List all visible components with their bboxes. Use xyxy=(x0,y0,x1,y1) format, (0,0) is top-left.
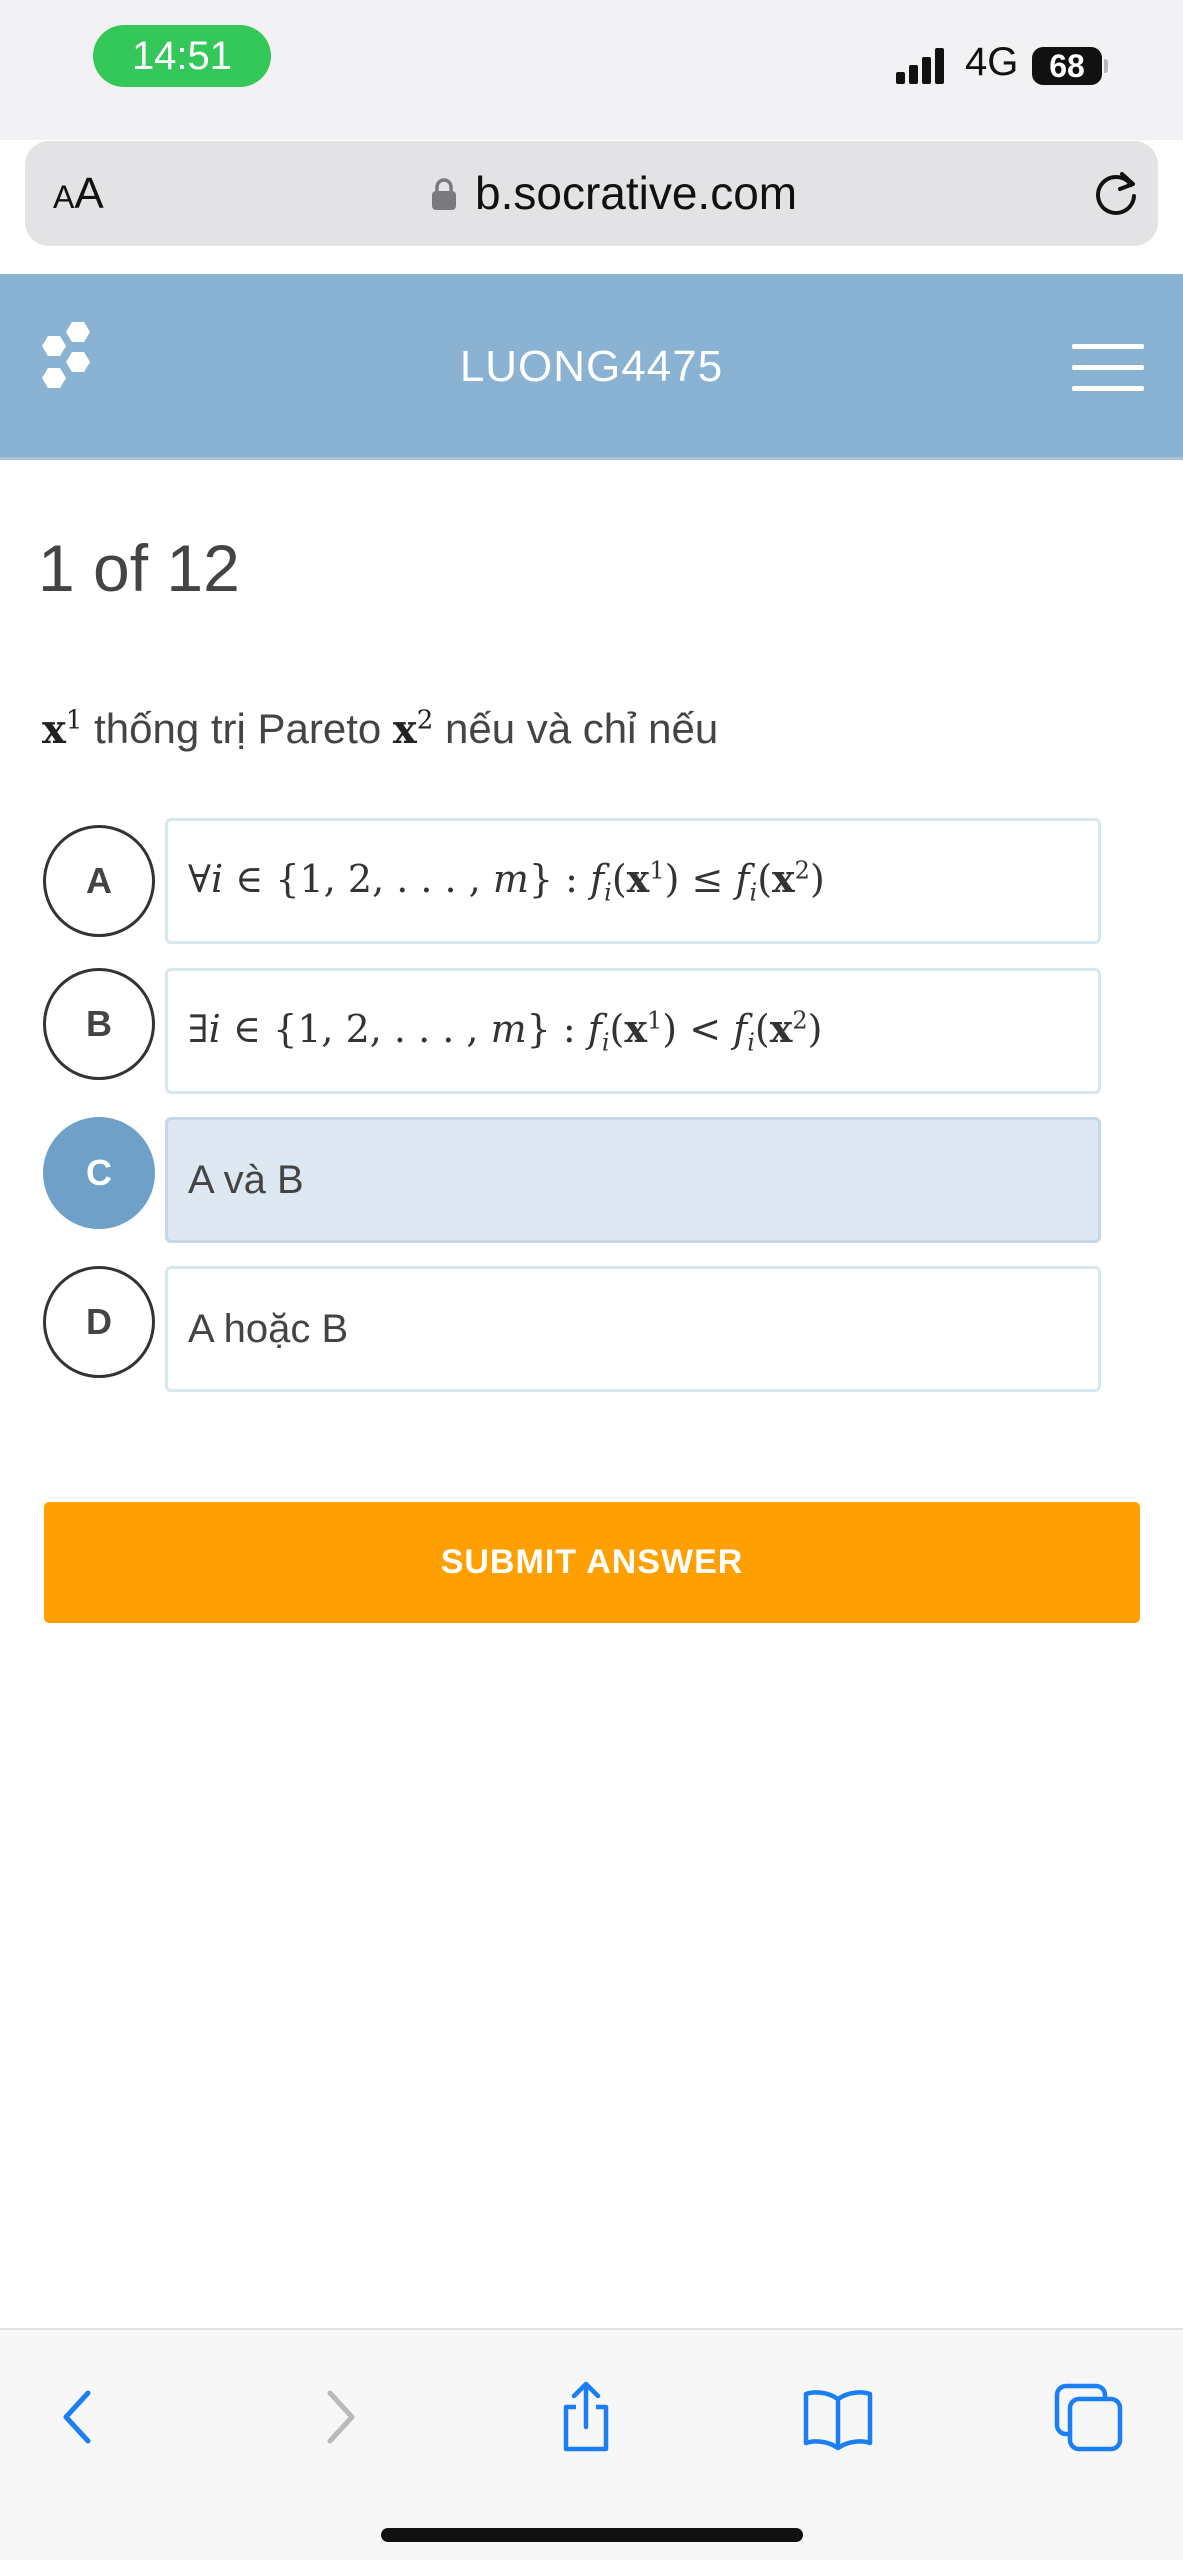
question-progress: 1 of 12 xyxy=(38,531,240,605)
question-subject-vector: x1 xyxy=(42,705,83,753)
tabs-icon[interactable] xyxy=(1048,2377,1128,2457)
battery-level: 68 xyxy=(1049,47,1085,84)
choice-b-box[interactable]: ∃i ∈ {1, 2, . . . , m} : fi(x1) < fi(x2) xyxy=(165,968,1101,1094)
reader-settings-button[interactable]: AA xyxy=(53,169,104,219)
choice-d-circle[interactable]: D xyxy=(43,1266,155,1378)
choice-c-box[interactable]: A và B xyxy=(165,1117,1101,1243)
aa-large-letter: A xyxy=(74,169,104,218)
socrative-logo-icon xyxy=(42,322,90,388)
browser-toolbar xyxy=(0,2328,1183,2560)
bookmarks-icon[interactable] xyxy=(798,2377,878,2457)
lock-icon xyxy=(432,178,456,210)
choice-a-box[interactable]: ∀i ∈ {1, 2, . . . , m} : fi(x1) ≤ fi(x2) xyxy=(165,818,1101,944)
choice-c-label: A và B xyxy=(188,1157,304,1202)
status-time: 14:51 xyxy=(93,25,271,87)
network-type: 4G xyxy=(965,40,1019,84)
status-bar: 14:51 4G 68 xyxy=(0,0,1183,140)
battery-cap-icon xyxy=(1104,59,1108,73)
question-text: x1 thống trị Pareto x2 nếu và chỉ nếu xyxy=(42,705,719,753)
hamburger-menu-icon[interactable] xyxy=(1072,344,1144,392)
battery-icon: 68 xyxy=(1032,47,1102,85)
choice-c-circle[interactable]: C xyxy=(43,1117,155,1229)
share-icon[interactable] xyxy=(546,2377,626,2457)
submit-answer-button[interactable]: SUBMIT ANSWER xyxy=(44,1502,1140,1623)
address-bar[interactable]: AA b.socrative.com xyxy=(25,141,1158,246)
reload-icon[interactable] xyxy=(1087,165,1145,223)
choice-d-box[interactable]: A hoặc B xyxy=(165,1266,1101,1392)
room-name: LUONG4475 xyxy=(459,342,724,391)
home-indicator xyxy=(381,2528,803,2542)
url-text[interactable]: b.socrative.com xyxy=(475,166,797,220)
app-header: LUONG4475 xyxy=(0,274,1183,460)
choice-a-circle[interactable]: A xyxy=(43,825,155,937)
choice-a-formula: ∀i ∈ {1, 2, . . . , m} : fi(x1) ≤ fi(x2) xyxy=(188,855,825,907)
choice-d-label: A hoặc B xyxy=(188,1306,349,1351)
aa-small-letter: A xyxy=(53,179,75,215)
forward-icon[interactable] xyxy=(298,2377,378,2457)
choice-b-circle[interactable]: B xyxy=(43,968,155,1080)
choice-b-formula: ∃i ∈ {1, 2, . . . , m} : fi(x1) < fi(x2) xyxy=(188,1005,823,1057)
question-object-vector: x2 xyxy=(392,705,434,753)
signal-icon xyxy=(896,48,944,84)
back-icon[interactable] xyxy=(40,2377,120,2457)
